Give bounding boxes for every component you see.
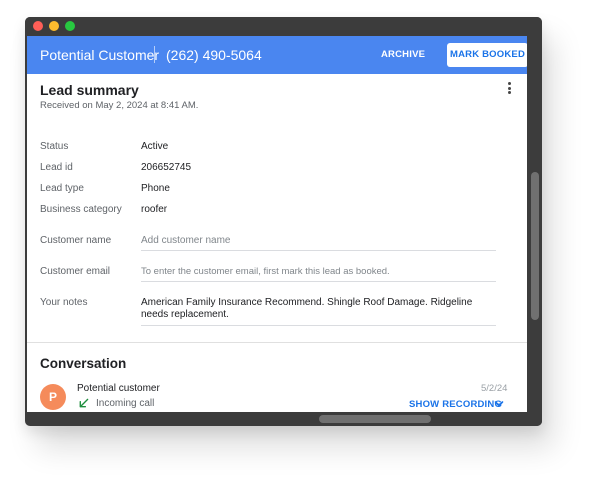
lead-header: Potential Customer (262) 490-5064 ARCHIV… [27,36,527,74]
close-window-button[interactable] [33,21,43,31]
archive-button[interactable]: ARCHIVE [372,44,434,66]
call-type: Incoming call [96,398,155,409]
horizontal-scroll-thumb[interactable] [319,415,431,423]
customer-phone[interactable]: (262) 490-5064 [166,47,262,63]
chevron-down-icon[interactable] [494,400,504,408]
maximize-window-button[interactable] [65,21,75,31]
avatar: P [40,384,66,410]
business-category-value: roofer [141,204,168,215]
received-timestamp: Received on May 2, 2024 at 8:41 AM. [40,100,199,111]
customer-email-placeholder: To enter the customer email, first mark … [141,266,390,277]
customer-name-input[interactable]: Add customer name [141,235,496,251]
status-value: Active [141,141,169,152]
lead-type-value: Phone [141,183,170,194]
horizontal-scrollbar[interactable] [27,412,528,426]
customer-email-label: Customer email [40,266,111,277]
mark-booked-button[interactable]: MARK BOOKED [447,43,527,67]
notes-label: Your notes [40,297,88,308]
vertical-scrollbar[interactable] [528,36,542,426]
lead-id-value: 206652745 [141,162,192,173]
conversation-customer: Potential customer [77,383,160,394]
lead-summary-title: Lead summary [40,82,139,98]
business-category-label: Business category [40,204,122,215]
minimize-window-button[interactable] [49,21,59,31]
customer-email-input: To enter the customer email, first mark … [141,266,496,282]
conversation-date: 5/2/24 [481,383,508,394]
notes-input[interactable]: American Family Insurance Recommend. Shi… [141,297,496,326]
more-vertical-icon[interactable] [507,82,513,96]
vertical-scroll-thumb[interactable] [531,172,539,320]
lead-type-label: Lead type [40,183,84,194]
show-recording-button[interactable]: SHOW RECORDING [409,399,502,410]
lead-id-label: Lead id [40,162,73,173]
customer-name-label: Customer name [40,235,112,246]
window-titlebar [25,17,542,36]
customer-name-title: Potential Customer [40,47,160,63]
lead-detail-panel: Potential Customer (262) 490-5064 ARCHIV… [27,36,527,426]
app-window: Potential Customer (262) 490-5064 ARCHIV… [25,17,542,426]
section-divider [27,342,527,343]
incoming-call-arrow-icon [79,398,89,408]
header-divider [154,46,155,63]
customer-name-placeholder: Add customer name [141,235,231,246]
conversation-title: Conversation [40,356,127,371]
status-label: Status [40,141,69,152]
